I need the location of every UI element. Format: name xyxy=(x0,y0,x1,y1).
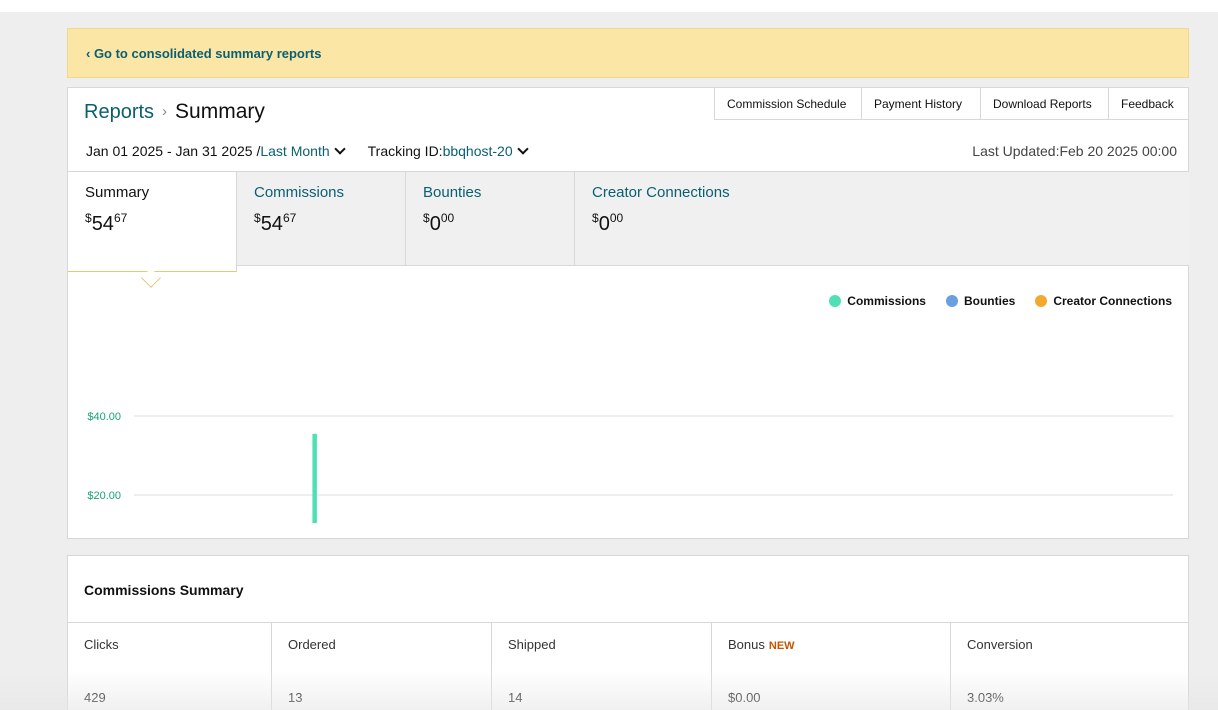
consolidated-summary-link[interactable]: ‹ Go to consolidated summary reports xyxy=(86,46,322,61)
payment-history-button[interactable]: Payment History xyxy=(862,87,981,120)
report-filters: Jan 01 2025 - Jan 31 2025 / Last Month T… xyxy=(86,143,535,159)
metrics-row: Clicks 429 Ordered 13 Shipped 14 Bonus NE… xyxy=(68,622,1189,710)
new-badge: NEW xyxy=(768,640,795,652)
metric-value: 14 xyxy=(508,690,523,705)
commission-schedule-button[interactable]: Commission Schedule xyxy=(714,87,862,120)
tab-bounties[interactable]: Bounties $000 xyxy=(406,172,575,266)
report-actions: Commission Schedule Payment History Down… xyxy=(714,87,1189,120)
legend-dot xyxy=(945,295,958,307)
tracking-label: Tracking ID: xyxy=(367,143,443,159)
metric-shipped: Shipped 14 xyxy=(492,623,712,710)
download-reports-button[interactable]: Download Reports xyxy=(981,87,1109,120)
legend-item-commissions[interactable]: Commissions xyxy=(829,294,926,308)
chevron-down-icon[interactable] xyxy=(333,143,346,155)
metric-bonus: Bonus NEW $0.00 xyxy=(712,623,951,710)
chevron-down-icon[interactable] xyxy=(516,143,529,155)
bar-commissions xyxy=(312,433,317,523)
metric-conversion: Conversion 3.03% xyxy=(951,623,1189,710)
legend-dot xyxy=(1035,295,1048,307)
period-dropdown[interactable]: Last Month xyxy=(260,143,329,159)
legend-label: Commissions xyxy=(847,294,926,308)
legend-label: Creator Connections xyxy=(1053,294,1172,308)
tab-commissions[interactable]: Commissions $5467 xyxy=(237,172,406,266)
breadcrumb-reports-link[interactable]: Reports xyxy=(84,101,154,124)
tab-amount: $5467 xyxy=(85,211,128,235)
tab-summary[interactable]: Summary $5467 xyxy=(68,172,237,272)
date-range: Jan 01 2025 - Jan 31 2025 / xyxy=(86,143,261,159)
metric-clicks: Clicks 429 xyxy=(68,623,272,710)
page-title: Summary xyxy=(175,100,265,123)
legend-label: Bounties xyxy=(963,294,1016,308)
tab-amount: $000 xyxy=(592,211,624,235)
metric-label: Clicks xyxy=(84,637,119,652)
metric-value: 429 xyxy=(84,690,106,705)
tab-label: Creator Connections xyxy=(592,184,730,201)
breadcrumb: Reports › Summary xyxy=(84,100,265,124)
metric-value: 13 xyxy=(288,690,303,705)
consolidated-banner: ‹ Go to consolidated summary reports xyxy=(67,28,1189,78)
tab-label: Summary xyxy=(85,184,150,201)
metric-value: $0.00 xyxy=(728,690,761,705)
report-card: Reports › Summary Commission Schedule Pa… xyxy=(67,87,1189,539)
metric-label: Conversion xyxy=(967,637,1033,652)
tab-label: Commissions xyxy=(254,184,345,201)
tab-amount: $000 xyxy=(423,211,455,235)
summary-tabs: Summary $5467 Commissions $5467 Bounties… xyxy=(68,171,1189,288)
legend-item-bounties[interactable]: Bounties xyxy=(945,294,1016,308)
metric-label: Bonus NEW xyxy=(728,637,795,652)
metric-value: 3.03% xyxy=(967,690,1004,705)
chart-legend: Commissions Bounties Creator Connections xyxy=(809,294,1172,308)
legend-item-creator-connections[interactable]: Creator Connections xyxy=(1035,294,1172,308)
tracking-id-dropdown[interactable]: bbqhost-20 xyxy=(443,143,513,159)
last-updated: Last Updated:Feb 20 2025 00:00 xyxy=(972,143,1177,159)
metric-label: Ordered xyxy=(288,637,336,652)
commissions-summary-card: Commissions Summary Clicks 429 Ordered 1… xyxy=(67,555,1189,710)
breadcrumb-separator: › xyxy=(162,103,168,120)
top-strip xyxy=(0,0,1218,12)
tab-creator-connections[interactable]: Creator Connections $000 xyxy=(575,172,1189,266)
y-tick-label: $40.00 xyxy=(87,411,121,423)
y-tick-label: $20.00 xyxy=(87,490,121,502)
commissions-summary-title: Commissions Summary xyxy=(84,582,244,598)
tab-amount: $5467 xyxy=(254,211,297,235)
metric-ordered: Ordered 13 xyxy=(272,623,492,710)
legend-dot xyxy=(829,295,842,307)
feedback-button[interactable]: Feedback xyxy=(1109,87,1189,120)
earnings-bar-chart: 0$20.00$40.0001 Jan04071013161922252831 … xyxy=(87,411,1173,523)
metric-label: Shipped xyxy=(508,637,556,652)
tab-label: Bounties xyxy=(423,184,482,201)
